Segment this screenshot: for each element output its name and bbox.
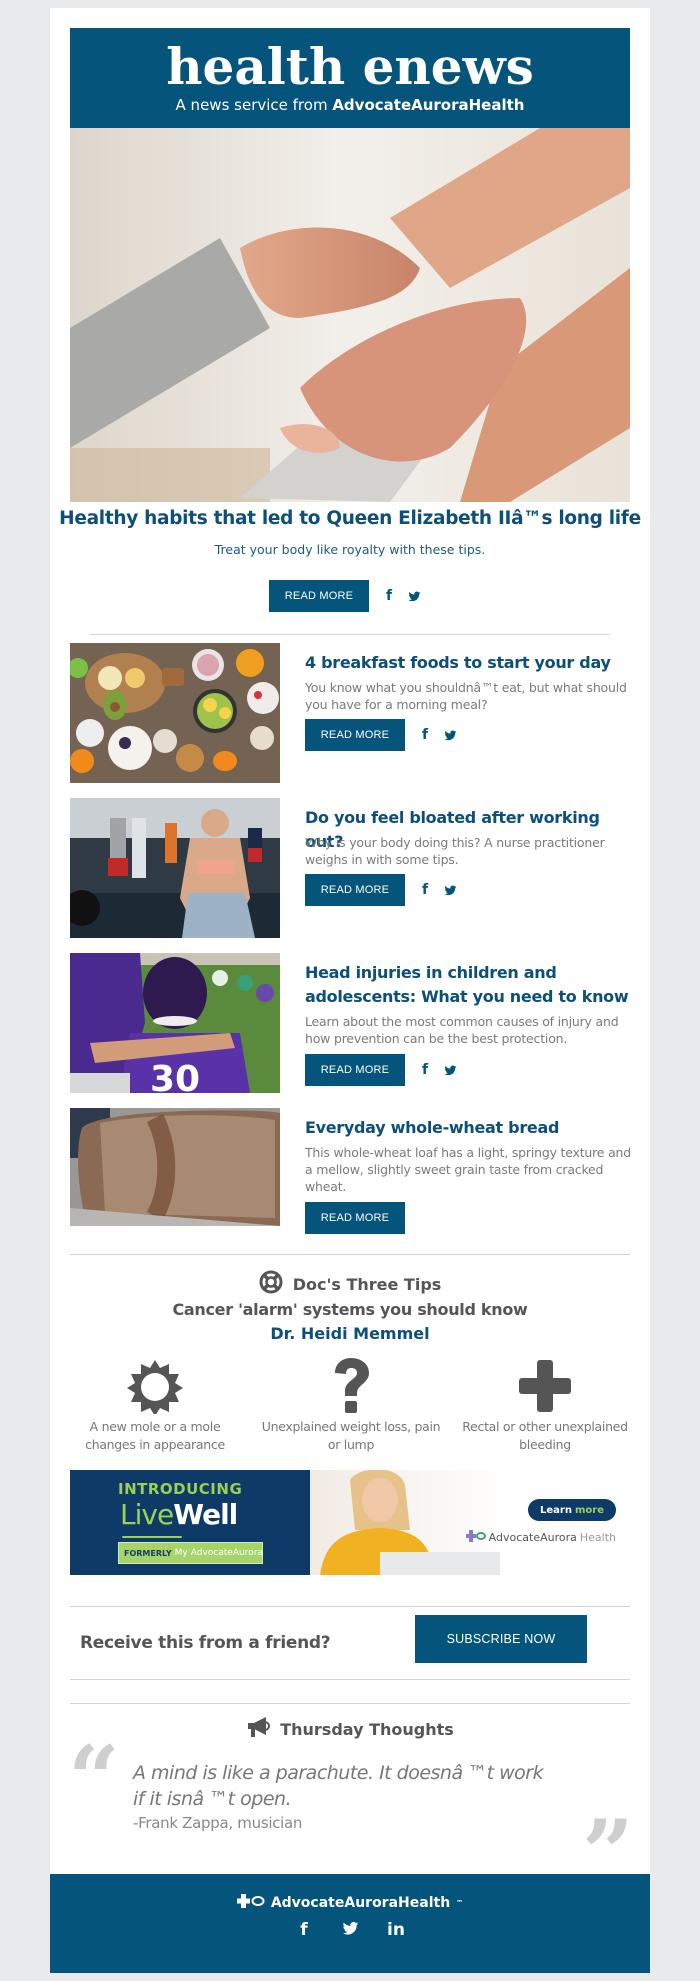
aah-logo-icon [236,1894,265,1912]
footer-brand-name: AdvocateAuroraHealth [270,1895,451,1911]
article-thumbnail[interactable]: 30 [70,953,280,1093]
twitter-icon[interactable] [441,881,459,899]
facebook-icon[interactable]: f [416,881,434,899]
footer-brand[interactable]: AdvocateAuroraHealth ™ [50,1894,650,1912]
livewell-banner[interactable]: INTRODUCING LiveWell FORMERLY My AdvocateA… [70,1470,630,1575]
tip-item: Unexplained weight loss, pain or lump [261,1356,441,1454]
banner-aah-logo: AdvocateAurora Health [465,1530,616,1545]
subscribe-prompt: Receive this from a friend? [80,1633,331,1653]
section-divider [90,634,610,635]
aah-cross-icon [465,1530,486,1545]
banner-woman-laptop-photo [310,1470,510,1575]
twitter-icon[interactable] [441,726,459,744]
hero-twitter-icon[interactable] [405,587,423,605]
banner-livewell-logo: LiveWell [120,1498,238,1531]
hero-headline[interactable]: Healthy habits that led to Queen Elizabe… [50,508,650,529]
banner-live: Live [120,1498,174,1531]
learn-more-button[interactable]: Learn more [528,1499,616,1521]
tip-text: Rectal or other unexplained bleeding [462,1419,628,1452]
formerly-my: My [174,1548,188,1558]
facebook-icon[interactable]: f [416,726,434,744]
quote-text: A mind is like a parachute. It doesnâ ™t… [133,1762,544,1810]
tip-item: Rectal or other unexplained bleeding [455,1356,635,1454]
section-divider [70,1679,630,1680]
thursday-title: Thursday Thoughts [280,1719,454,1739]
banner-formerly-badge: FORMERLY My AdvocateAurora [118,1542,263,1564]
question-icon [261,1356,441,1416]
formerly-brand: AdvocateAurora [190,1548,263,1558]
docs-tips-heading: Doc's Three Tips [50,1270,650,1298]
docs-tips-title: Doc's Three Tips [292,1274,442,1294]
article-thumbnail[interactable] [70,798,280,938]
subscribe-now-button[interactable]: SUBSCRIBE NOW [415,1615,587,1663]
megaphone-icon [246,1716,271,1742]
banner-well: Well [173,1498,238,1531]
article-read-more-button[interactable]: READ MORE [305,1202,405,1234]
facebook-icon[interactable]: f [416,1061,434,1079]
hero-dek: Treat your body like royalty with these … [214,542,486,557]
thursday-thoughts-heading: Thursday Thoughts [50,1716,650,1742]
plus-icon [455,1356,635,1416]
footer-socials: f in [50,1920,650,1942]
masthead-title: health enews [166,37,534,96]
learn-label: Learn [540,1504,572,1516]
newsletter-body: health enews A news service from Advocat… [50,8,650,1898]
open-quote-icon: “ [68,1726,120,1832]
footer-facebook-icon[interactable]: f [294,1920,314,1942]
docs-tips-doctor[interactable]: Dr. Heidi Memmel [50,1324,650,1343]
quote-attribution: -Frank Zappa, musician [133,1814,303,1832]
article-read-more-button[interactable]: READ MORE [305,719,405,751]
subtitle-brand: AdvocateAuroraHealth [332,96,525,114]
footer-twitter-icon[interactable] [340,1920,360,1942]
masthead[interactable]: health enews A news service from Advocat… [70,28,630,128]
article-title[interactable]: Everyday whole-wheat bread [305,1116,635,1140]
banner-swoosh [122,1536,182,1538]
article-thumbnail[interactable] [70,643,280,783]
article-dek: Why is your body doing this? A nurse pra… [305,835,605,867]
footer-linkedin-icon[interactable]: in [386,1920,406,1942]
hero-read-more-button[interactable]: READ MORE [269,580,369,612]
lifebuoy-icon [259,1270,283,1298]
section-divider [70,1254,630,1255]
banner-introducing: INTRODUCING [118,1480,243,1498]
sun-icon [65,1356,245,1416]
subtitle-prefix: A news service from [175,96,333,114]
footer: AdvocateAuroraHealth ™ f in [50,1874,650,1973]
aah-health: Health [579,1531,616,1544]
hero-facebook-icon[interactable]: f [380,587,398,605]
holding-hands-photo [70,128,630,502]
article-read-more-button[interactable]: READ MORE [305,1054,405,1086]
footer-tm: ™ [456,1899,464,1907]
whole-wheat-bread-photo [70,1108,280,1226]
article-dek: Learn about the most common causes of in… [305,1014,619,1046]
tip-text: A new mole or a mole changes in appearan… [85,1419,225,1452]
tip-text: Unexplained weight loss, pain or lump [261,1419,441,1452]
section-divider [70,1606,630,1607]
article-title[interactable]: Head injuries in children and adolescent… [305,961,635,1009]
breakfast-foods-photo [70,643,280,783]
formerly-label: FORMERLY [124,1548,172,1558]
svg-text:30: 30 [150,1059,200,1093]
more-label: more [574,1504,604,1516]
gym-workout-photo [70,798,280,938]
masthead-subtitle: A news service from AdvocateAuroraHealth [70,96,630,114]
article-read-more-button[interactable]: READ MORE [305,874,405,906]
youth-football-photo: 30 [70,953,280,1093]
tip-item: A new mole or a mole changes in appearan… [65,1356,245,1454]
hero-image[interactable] [70,128,630,502]
twitter-icon[interactable] [441,1061,459,1079]
aah-brand: AdvocateAurora [488,1531,577,1544]
docs-tips-subheading: Cancer 'alarm' systems you should know [172,1300,528,1319]
article-dek: This whole-wheat loaf has a light, sprin… [305,1145,631,1194]
article-title[interactable]: 4 breakfast foods to start your day [305,651,635,675]
article-dek: You know what you shouldnâ™t eat, but wh… [305,680,627,712]
article-thumbnail[interactable] [70,1108,280,1226]
section-divider [70,1703,630,1704]
